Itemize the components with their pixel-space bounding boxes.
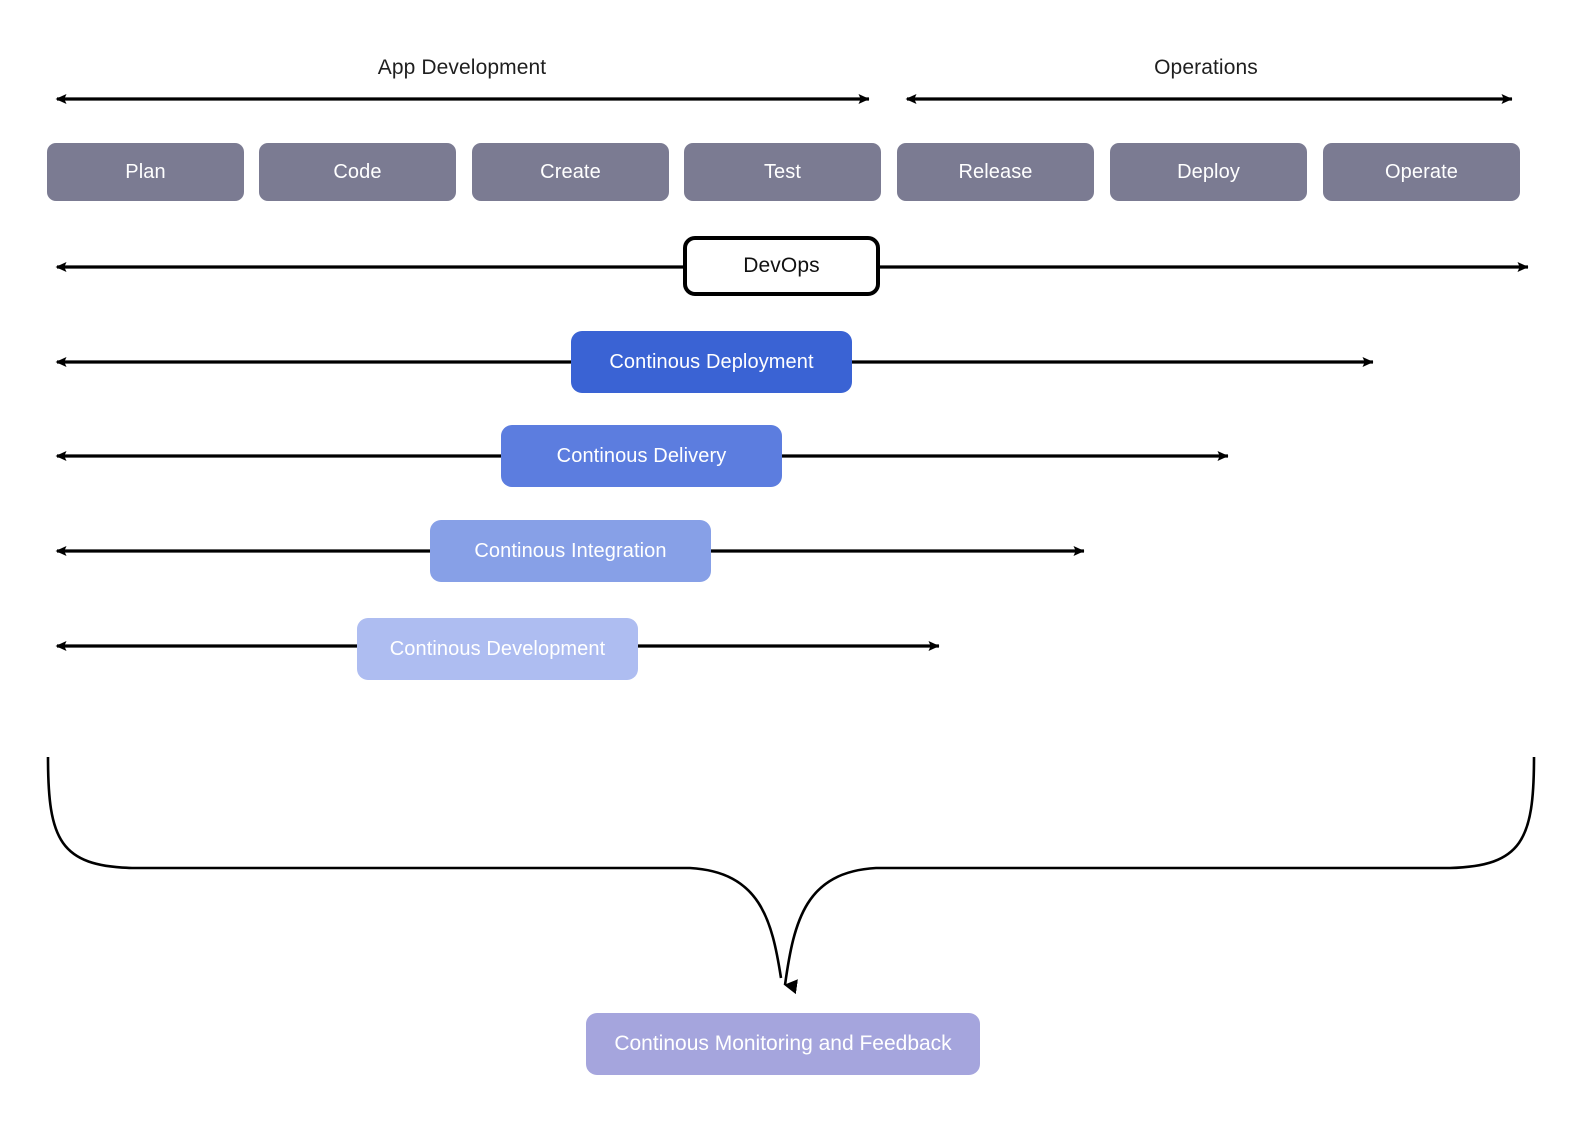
- section-caption-app-development: App Development: [377, 56, 547, 79]
- feedback-bracket-right-branch: [783, 756, 1536, 995]
- practice-pill-continous-deployment[interactable]: Continous Deployment: [571, 331, 852, 393]
- practice-pill-continous-delivery[interactable]: Continous Delivery: [501, 425, 782, 487]
- feedback-bracket-left-branch: [46, 756, 783, 979]
- phase-pill-test[interactable]: Test: [684, 143, 881, 201]
- practice-pill-continous-development[interactable]: Continous Development: [357, 618, 638, 680]
- feedback-pill-continous-monitoring[interactable]: Continous Monitoring and Feedback: [586, 1013, 980, 1075]
- phase-pill-operate[interactable]: Operate: [1323, 143, 1520, 201]
- phase-pill-release[interactable]: Release: [897, 143, 1094, 201]
- practice-pill-continous-integration[interactable]: Continous Integration: [430, 520, 711, 582]
- phase-pill-code[interactable]: Code: [259, 143, 456, 201]
- devops-lifecycle-diagram: App Development Operations Plan Code Cre…: [0, 0, 1592, 1140]
- devops-pill[interactable]: DevOps: [683, 236, 880, 296]
- phase-pill-create[interactable]: Create: [472, 143, 669, 201]
- section-caption-operations: Operations: [1154, 56, 1258, 79]
- phase-pill-deploy[interactable]: Deploy: [1110, 143, 1307, 201]
- phase-pill-plan[interactable]: Plan: [47, 143, 244, 201]
